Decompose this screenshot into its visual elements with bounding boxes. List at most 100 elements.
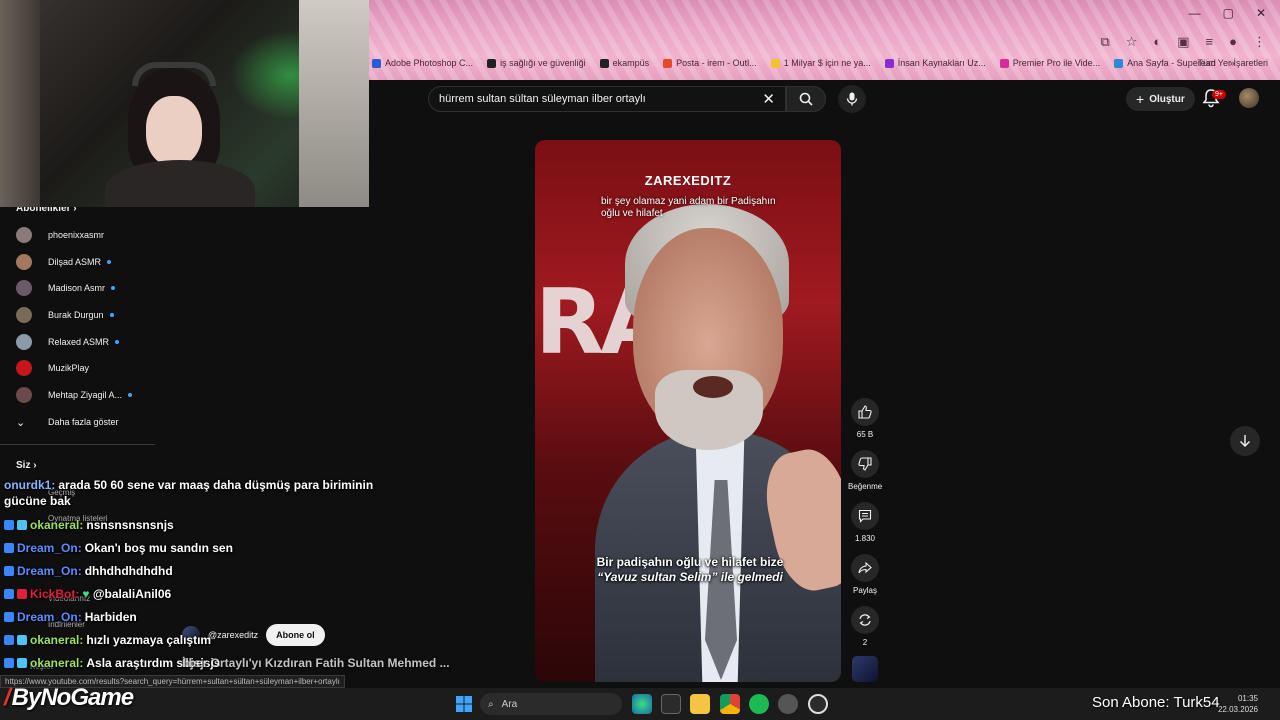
create-button[interactable]: + Oluştur bbox=[1126, 87, 1195, 111]
bookmark-item[interactable]: Premier Pro ile Vide... bbox=[999, 58, 1100, 68]
chat-username: KickBot: bbox=[30, 587, 80, 601]
close-button[interactable]: ✕ bbox=[1256, 6, 1266, 20]
logo-mark-icon: / bbox=[4, 684, 11, 711]
verified-badge-icon bbox=[4, 520, 14, 530]
you-header[interactable]: Siz › bbox=[16, 460, 37, 471]
remix-button[interactable]: 2 bbox=[848, 606, 882, 647]
sidebar-divider bbox=[0, 444, 155, 445]
thumbs-down-icon bbox=[858, 457, 872, 471]
media-icon[interactable]: ≡ bbox=[1206, 34, 1214, 50]
avatar bbox=[16, 280, 32, 296]
verified-badge-icon bbox=[4, 658, 14, 668]
bookmark-item[interactable]: 1 Milyar $ için ne ya... bbox=[770, 58, 871, 68]
video-title[interactable]: İlber Ortaylı'yı Kızdıran Fatih Sultan M… bbox=[182, 656, 450, 670]
chat-message: okaneral: hızlı yazmaya çalıştım bbox=[4, 633, 211, 647]
taskbar-search[interactable]: ⌕ Ara bbox=[480, 693, 622, 715]
all-bookmarks-button[interactable]: Tüm Yer İşaretleri bbox=[1197, 58, 1268, 68]
verified-badge-icon bbox=[4, 543, 14, 553]
chat-username: okaneral: bbox=[30, 656, 84, 670]
file-explorer-icon[interactable] bbox=[690, 694, 710, 714]
dislike-label: Beğenme bbox=[848, 482, 883, 491]
maximize-button[interactable]: ▢ bbox=[1223, 6, 1234, 20]
shorts-video-player[interactable]: RA ZAREXEDITZ bir şey olamaz yani adam b… bbox=[535, 140, 841, 682]
store-icon[interactable] bbox=[661, 694, 681, 714]
sidebar-item-muzikplay[interactable]: MuzikPlay bbox=[16, 358, 146, 378]
search-icon bbox=[799, 92, 813, 106]
subscriber-badge-icon bbox=[17, 635, 27, 645]
avatar bbox=[16, 360, 32, 376]
new-content-dot bbox=[115, 340, 120, 344]
sidebar-item-burak-durgun[interactable]: Burak Durgun bbox=[16, 305, 146, 325]
profile-icon[interactable]: ● bbox=[1229, 34, 1237, 50]
bookmark-item[interactable]: Adobe Photoshop C... bbox=[372, 58, 473, 68]
new-content-dot bbox=[107, 260, 112, 264]
chat-message: onurdk1: arada 50 60 sene var maaş daha d… bbox=[4, 478, 373, 492]
new-content-dot bbox=[111, 286, 116, 290]
avatar bbox=[16, 254, 32, 270]
avatar bbox=[16, 334, 32, 350]
share-button[interactable]: Paylaş bbox=[848, 554, 882, 595]
sidebar-item-madison-asmr[interactable]: Madison Asmr bbox=[16, 278, 146, 298]
new-content-dot bbox=[128, 393, 133, 397]
thumbs-up-icon bbox=[858, 405, 872, 419]
bookmark-item[interactable]: Posta - irem - Outl... bbox=[663, 58, 757, 68]
arrow-down-icon bbox=[1240, 435, 1250, 447]
bookmark-item[interactable]: ekampüs bbox=[599, 58, 649, 68]
bot-badge-icon bbox=[17, 589, 27, 599]
obs-icon[interactable] bbox=[778, 694, 798, 714]
app-icon[interactable] bbox=[808, 694, 828, 714]
like-button[interactable]: 65 B bbox=[848, 398, 882, 439]
next-video-button[interactable] bbox=[1230, 426, 1260, 456]
minimize-button[interactable]: — bbox=[1189, 6, 1201, 20]
menu-icon[interactable]: ⋮ bbox=[1253, 34, 1266, 50]
clear-icon[interactable]: ✕ bbox=[762, 90, 775, 108]
remix-icon bbox=[859, 614, 871, 626]
sidebar-item-relaxed-asmr[interactable]: Relaxed ASMR bbox=[16, 332, 146, 352]
chat-username: onurdk1: bbox=[4, 478, 56, 492]
show-more-button[interactable]: ⌄ Daha fazla göster bbox=[16, 412, 146, 432]
taskbar-search-label: Ara bbox=[501, 698, 518, 710]
bookmark-favicon-icon bbox=[372, 58, 381, 68]
bookmark-item[interactable]: iş sağlığı ve güvenliği bbox=[487, 58, 586, 68]
dislike-button[interactable]: Beğenme bbox=[848, 450, 882, 491]
install-icon[interactable]: ⧉ bbox=[1100, 34, 1109, 50]
extension-icon[interactable]: ◐ bbox=[1153, 34, 1161, 50]
comments-button[interactable]: 1.830 bbox=[848, 502, 882, 543]
spotify-icon[interactable] bbox=[749, 694, 769, 714]
edge-icon[interactable] bbox=[632, 694, 652, 714]
share-icon bbox=[858, 561, 872, 574]
search-input[interactable]: hürrem sultan sültan süleyman ilber orta… bbox=[428, 86, 786, 112]
avatar bbox=[16, 307, 32, 323]
plus-icon: + bbox=[1136, 91, 1145, 107]
sidebar-item-mehtap-ziyagil[interactable]: Mehtap Ziyagil A... bbox=[16, 385, 146, 405]
subscribe-button[interactable]: Abone ol bbox=[266, 624, 325, 646]
channel-name[interactable]: @zarexeditz bbox=[208, 630, 258, 640]
channel-thumbnail[interactable] bbox=[852, 656, 878, 682]
verified-badge-icon bbox=[4, 635, 14, 645]
streamer-logo: /ByNoGame bbox=[4, 684, 134, 711]
headset bbox=[132, 62, 216, 86]
subscriber-badge-icon bbox=[17, 520, 27, 530]
search-button[interactable] bbox=[786, 86, 826, 112]
windows-start-icon[interactable] bbox=[454, 694, 474, 714]
chat-message: Dream_On: Harbiden bbox=[4, 610, 137, 624]
puzzle-icon[interactable]: ▣ bbox=[1177, 34, 1189, 50]
chat-text: Okan'ı boş mu sandın sen bbox=[84, 541, 233, 555]
chrome-icon[interactable] bbox=[720, 694, 740, 714]
webcam-overlay bbox=[0, 0, 369, 207]
video-watermark: ZAREXEDITZ bbox=[644, 173, 732, 188]
streamer-body bbox=[105, 160, 255, 207]
chat-username: Dream_On: bbox=[17, 564, 82, 578]
chat-message: Dream_On: dhhdhdhdhdhd bbox=[4, 564, 173, 578]
account-avatar[interactable] bbox=[1239, 88, 1259, 108]
voice-search-button[interactable] bbox=[838, 85, 866, 113]
sidebar-item-dilsad-asmr[interactable]: Dilşad ASMR bbox=[16, 252, 146, 272]
chat-username: Dream_On: bbox=[17, 610, 82, 624]
system-clock[interactable]: 01:35 22.03.2026 bbox=[1218, 693, 1258, 715]
sidebar-item-phoenixxasmr[interactable]: phoenixxasmr bbox=[16, 225, 146, 245]
address-bar-icons: ⧉ ☆ ◐ ▣ ≡ ● ⋮ bbox=[1100, 34, 1266, 50]
webcam-wall bbox=[299, 0, 369, 207]
bookmark-item[interactable]: İnsan Kaynakları Uz... bbox=[884, 58, 986, 68]
caption-bottom: Bir padişahın oğlu ve hilafet bize “Yavu… bbox=[596, 555, 784, 584]
star-icon[interactable]: ☆ bbox=[1126, 34, 1138, 50]
